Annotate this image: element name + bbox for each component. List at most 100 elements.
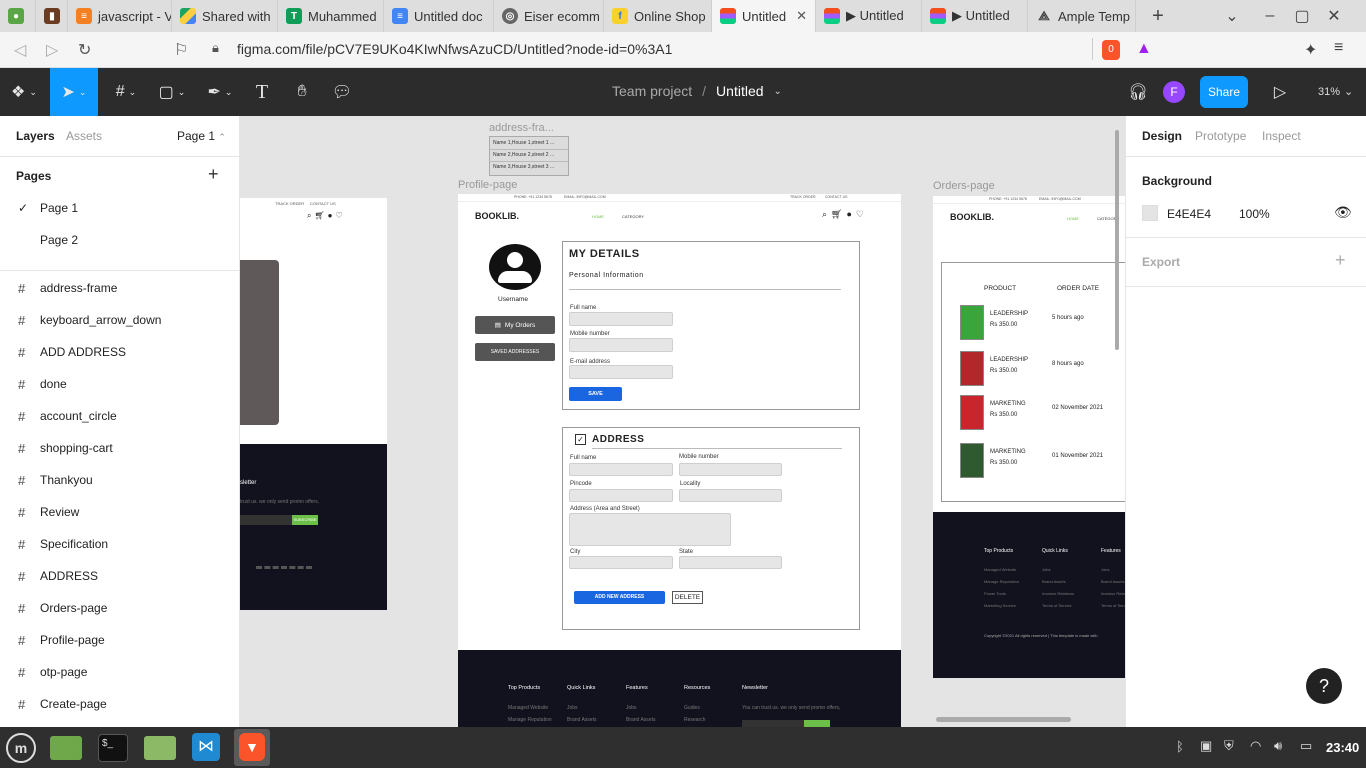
battery-icon[interactable]: ▭ <box>1300 738 1312 754</box>
browser-tab[interactable]: ▶ Untitled <box>922 0 1028 32</box>
shield-icon[interactable]: ⛨ <box>1224 738 1234 754</box>
browser-tab[interactable]: ≡ Untitled doc <box>384 0 494 32</box>
orders-page-frame[interactable]: PHONE: +91 1234 5678 EMAIL: INFO@MAIL.CO… <box>933 196 1125 512</box>
tab-list-icon[interactable]: ⌄ <box>1216 6 1248 26</box>
tab-assets[interactable]: Assets <box>66 129 102 143</box>
add-new-address-button: ADD NEW ADDRESS <box>574 591 665 604</box>
bluetooth-icon[interactable]: ᛒ <box>1176 739 1184 754</box>
tab-prototype[interactable]: Prototype <box>1195 129 1246 143</box>
shape-tool-icon[interactable]: ▢ ⌄ <box>154 68 190 116</box>
layer-item[interactable]: # Profile-page <box>0 624 240 656</box>
browser-tab[interactable]: ≡ javascript - V <box>68 0 172 32</box>
wifi-icon[interactable]: ◠ <box>1250 738 1261 754</box>
window-close-icon[interactable]: ✕ <box>1318 6 1350 26</box>
close-tab-icon[interactable]: ✕ <box>796 8 807 24</box>
horizontal-scrollbar[interactable] <box>936 717 1071 722</box>
frame-label[interactable]: Profile-page <box>458 179 517 191</box>
frame-label[interactable]: Orders-page <box>933 180 995 192</box>
figma-menu-icon[interactable]: ❖ ⌄ <box>6 68 42 116</box>
eye-icon[interactable]: 👁︎ <box>1334 204 1352 221</box>
pen-tool-icon[interactable]: ✒ ⌄ <box>200 68 240 116</box>
browser-tab[interactable]: ● <box>0 0 36 32</box>
layer-item[interactable]: # otp-page <box>0 656 240 688</box>
browser-tab-active[interactable]: Untitled ✕ <box>712 0 816 32</box>
page-selector[interactable]: Page 1 ⌃ <box>177 129 226 143</box>
team-link[interactable]: Team project <box>612 83 692 101</box>
tab-layers[interactable]: Layers <box>16 129 55 143</box>
layer-item[interactable]: # Review <box>0 496 240 528</box>
minimize-icon[interactable]: – <box>1254 7 1286 25</box>
mint-menu-icon[interactable]: m <box>6 733 36 763</box>
terminal-icon[interactable]: $_ <box>98 734 128 762</box>
brave-icon[interactable]: ▼ <box>239 733 265 761</box>
layer-item[interactable]: # account_circle <box>0 400 240 432</box>
files-icon[interactable] <box>50 736 82 760</box>
folder-icon[interactable] <box>144 736 176 760</box>
help-button[interactable]: ? <box>1306 668 1342 704</box>
green-app-icon: ● <box>8 8 24 24</box>
clipboard-icon[interactable]: ▣ <box>1200 738 1212 754</box>
tab-design[interactable]: Design <box>1142 129 1182 143</box>
partial-frame[interactable]: TRACK ORDER CONTACT US ⌕🛒︎●♡ <box>240 198 387 444</box>
vscode-icon[interactable]: ⋈ <box>192 733 220 761</box>
reload-icon[interactable]: ↻ <box>78 40 91 60</box>
layer-item[interactable]: # Specification <box>0 528 240 560</box>
layer-item[interactable]: # ADD ADDRESS <box>0 336 240 368</box>
chevron-down-icon[interactable]: ⌄ <box>774 83 782 101</box>
newsletter-input <box>240 515 292 525</box>
layer-item[interactable]: # Create-page <box>0 688 240 720</box>
frame-tool-icon[interactable]: # ⌄ <box>108 68 144 116</box>
share-button[interactable]: Share <box>1200 76 1248 108</box>
brave-shield-icon[interactable]: 0 <box>1102 40 1120 60</box>
avatar[interactable]: F <box>1163 81 1185 103</box>
present-icon[interactable]: ▷ <box>1268 68 1292 116</box>
brave-rewards-icon[interactable]: ▲ <box>1136 40 1152 58</box>
layer-item[interactable]: # Thankyou <box>0 464 240 496</box>
address-frame[interactable]: Name 1,House 1,street 1 ... Name 2,House… <box>489 136 569 176</box>
move-tool-icon[interactable]: ➤ ⌄ <box>50 68 98 116</box>
vertical-scrollbar[interactable] <box>1115 130 1119 350</box>
image-placeholder <box>240 260 279 425</box>
zoom-level[interactable]: 31% ⌄ <box>1318 85 1353 98</box>
add-page-icon[interactable]: + <box>208 164 219 185</box>
headphones-icon[interactable]: 🎧︎ <box>1126 68 1150 116</box>
text-tool-icon[interactable]: T <box>248 68 276 116</box>
extensions-icon[interactable]: ✦ <box>1304 40 1317 60</box>
browser-tab[interactable]: ▶ Untitled <box>816 0 922 32</box>
page-item[interactable]: ✓ Page 1 <box>0 192 240 224</box>
bookmark-icon[interactable]: ⚐ <box>174 40 188 60</box>
page-item[interactable]: Page 2 <box>0 224 240 256</box>
tab-inspect[interactable]: Inspect <box>1262 129 1301 143</box>
layer-item[interactable]: # keyboard_arrow_down <box>0 304 240 336</box>
bg-opacity-input[interactable]: 100% <box>1239 207 1270 221</box>
layer-item[interactable]: # shopping-cart <box>0 432 240 464</box>
layer-item[interactable]: # done <box>0 368 240 400</box>
browser-tab[interactable]: Shared with <box>172 0 278 32</box>
color-swatch[interactable] <box>1142 205 1158 221</box>
layer-item[interactable]: # address-frame <box>0 272 240 304</box>
browser-tab[interactable]: T Muhammed <box>278 0 384 32</box>
add-export-icon[interactable]: + <box>1335 250 1346 271</box>
layer-item[interactable]: # ADDRESS <box>0 560 240 592</box>
new-tab-icon[interactable]: + <box>1142 5 1174 28</box>
maximize-icon[interactable]: ▢ <box>1286 6 1318 26</box>
browser-tab[interactable]: ▮ <box>36 0 68 32</box>
file-name[interactable]: Untitled <box>716 83 763 101</box>
volume-icon[interactable]: 🔊︎ <box>1274 738 1282 754</box>
profile-page-frame[interactable]: PHONE: +91 1234 5678 EMAIL: INFO@MAIL.CO… <box>458 194 901 650</box>
browser-tab[interactable]: f Online Shop <box>604 0 712 32</box>
bg-hex-input[interactable]: E4E4E4 <box>1167 207 1211 221</box>
comment-tool-icon[interactable]: 💬︎ <box>328 68 356 116</box>
forward-icon[interactable]: ▷ <box>46 40 58 60</box>
hand-tool-icon[interactable]: ✋︎ <box>288 68 316 116</box>
design-canvas[interactable]: TRACK ORDER CONTACT US ⌕🛒︎●♡ sletter tru… <box>240 116 1125 727</box>
browser-tab[interactable]: ⟁ Ample Temp <box>1028 0 1136 32</box>
orders-icon: ▤ <box>494 322 501 329</box>
layer-item[interactable]: # Orders-page <box>0 592 240 624</box>
browser-tab[interactable]: ◎ Eiser ecomm <box>494 0 604 32</box>
url-field[interactable]: figma.com/file/pCV7E9UKo4KIwNfwsAzuCD/Un… <box>237 41 672 57</box>
frame-label[interactable]: address-fra... <box>489 122 554 134</box>
back-icon[interactable]: ◁ <box>14 40 26 60</box>
clock[interactable]: 23:40 <box>1326 740 1359 755</box>
menu-icon[interactable]: ≡ <box>1334 39 1343 57</box>
